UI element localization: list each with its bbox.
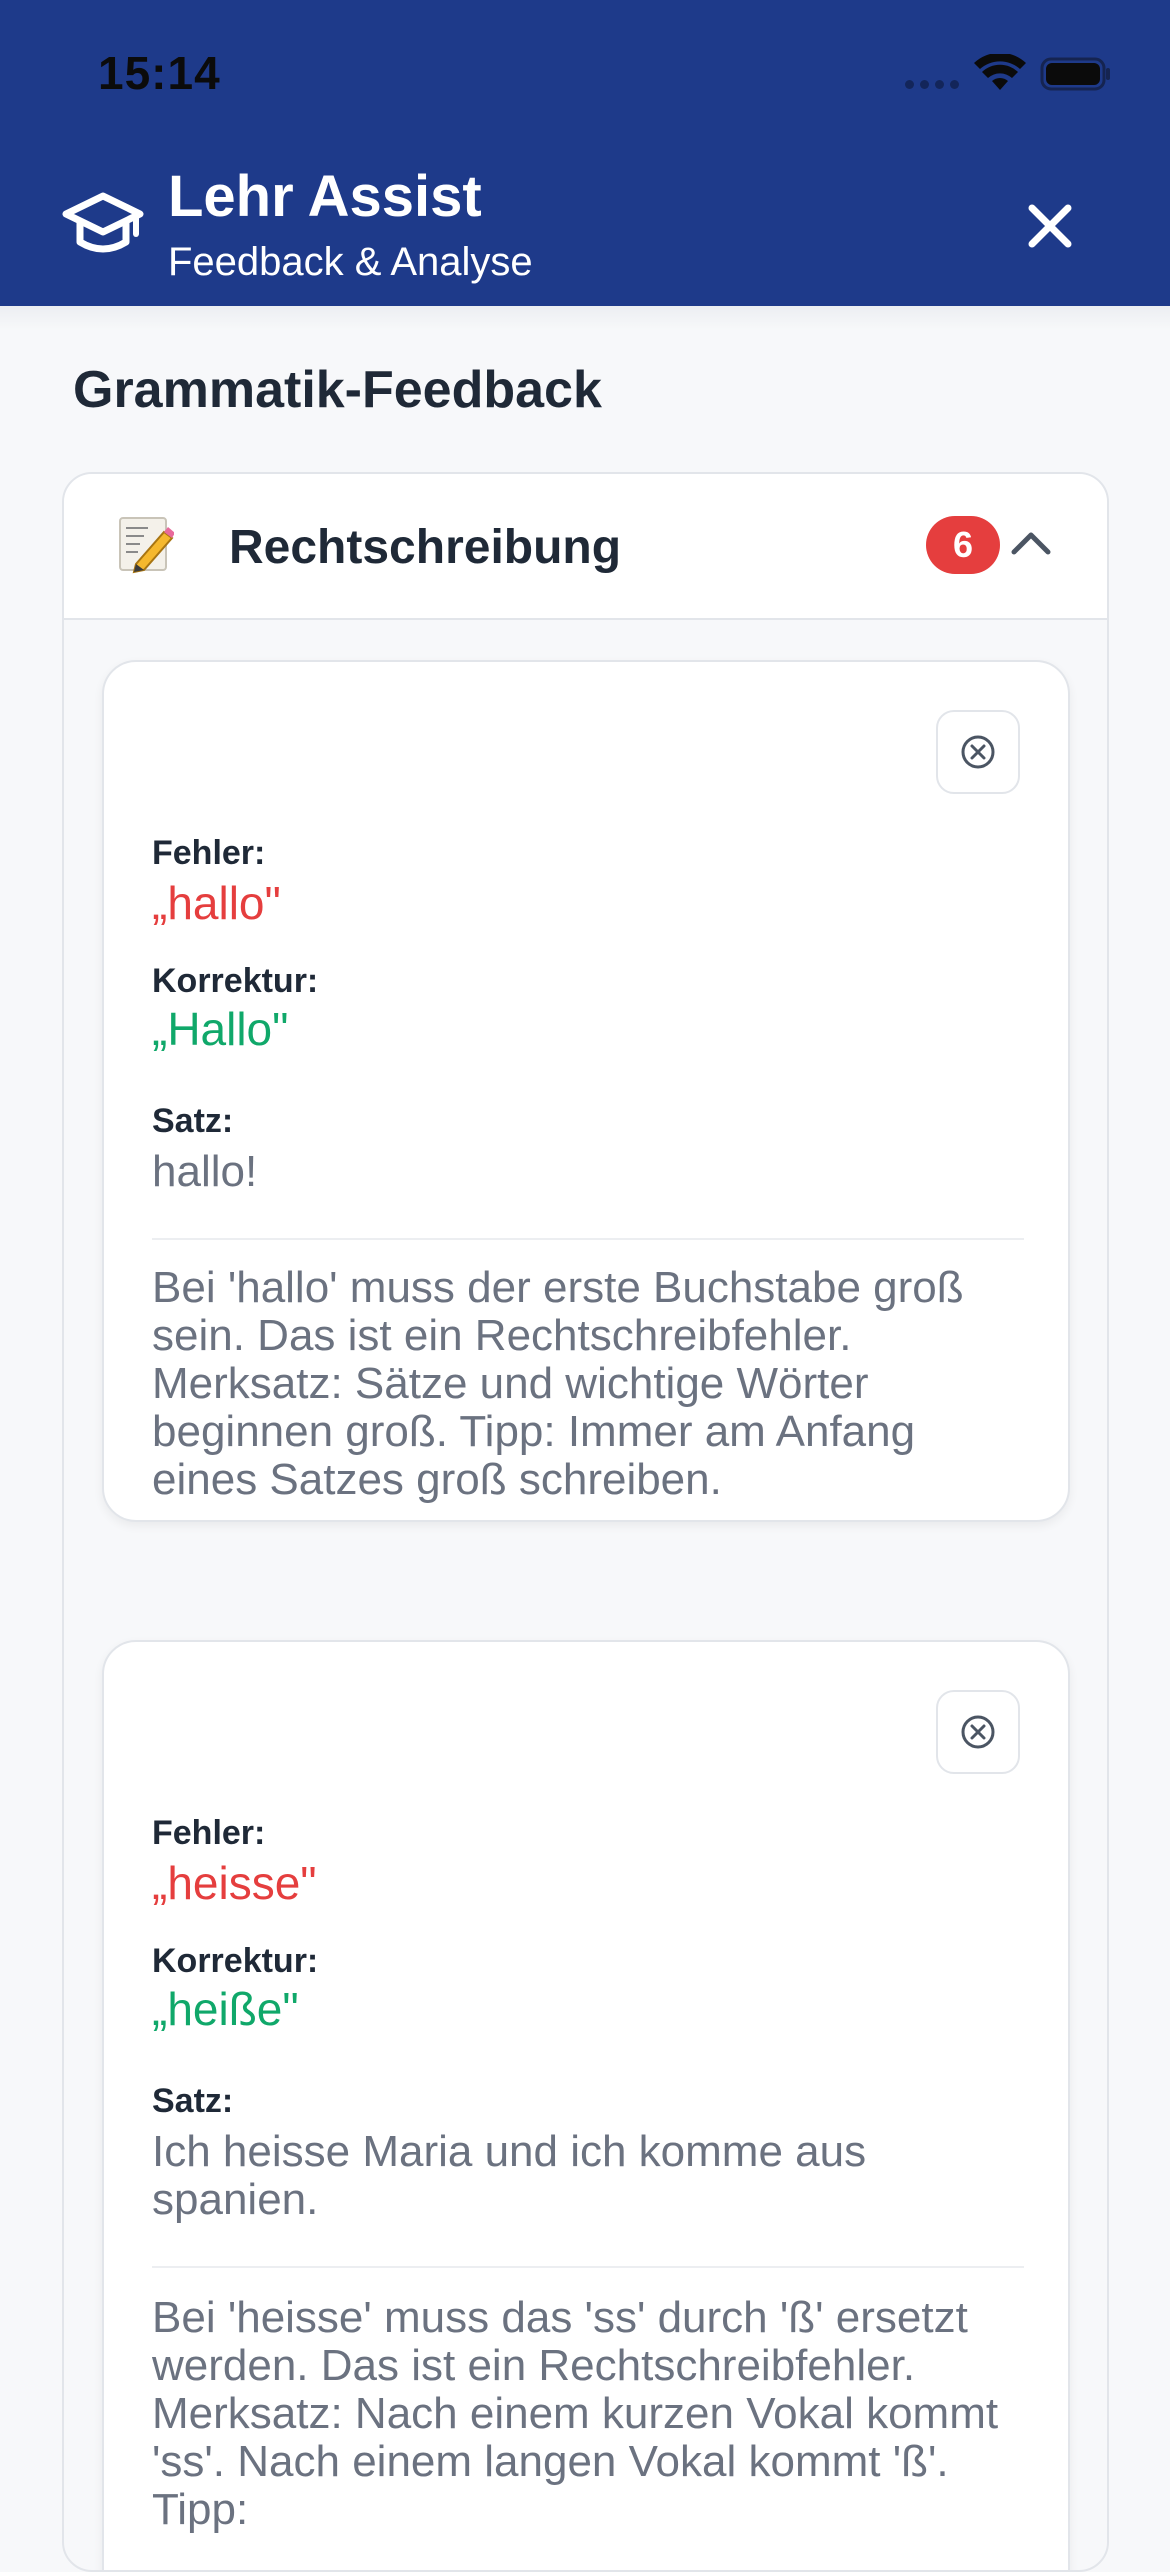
count-badge: 6 bbox=[926, 516, 1000, 574]
status-time: 15:14 bbox=[98, 47, 221, 99]
header-shadow bbox=[0, 306, 1170, 330]
correction-label: Korrektur: bbox=[152, 962, 319, 1000]
app-title: Lehr Assist bbox=[168, 164, 482, 229]
memo-pencil-icon bbox=[119, 517, 174, 574]
error-value: „hallo" bbox=[152, 877, 281, 929]
sentence-label: Satz: bbox=[152, 2082, 234, 2120]
error-label: Fehler: bbox=[152, 834, 266, 872]
section-title: Grammatik-Feedback bbox=[73, 361, 602, 419]
feedback-card: Fehler: „heisse" Korrektur: „heiße" Satz… bbox=[102, 1640, 1070, 2570]
error-value: „heisse" bbox=[152, 1857, 317, 1909]
close-circle-icon bbox=[961, 1715, 995, 1749]
dismiss-button[interactable] bbox=[936, 1690, 1020, 1774]
divider bbox=[152, 2266, 1024, 2268]
divider bbox=[152, 1238, 1024, 1240]
sentence-label: Satz: bbox=[152, 1102, 234, 1140]
app-header: 15:14 Lehr Assist Feedback & Analyse bbox=[0, 0, 1170, 306]
category-header[interactable]: Rechtschreibung 6 bbox=[64, 474, 1107, 620]
wifi-icon bbox=[974, 54, 1026, 90]
explanation-text: Bei 'hallo' muss der erste Buchstabe gro… bbox=[152, 1263, 964, 1504]
close-circle-icon bbox=[961, 735, 995, 769]
sentence-value: hallo! bbox=[152, 1147, 258, 1196]
graduation-cap-icon bbox=[62, 192, 144, 253]
close-icon[interactable] bbox=[1022, 198, 1078, 254]
dismiss-button[interactable] bbox=[936, 710, 1020, 794]
category-panel: Rechtschreibung 6 Fehler: „hallo" Korrek… bbox=[62, 472, 1109, 2572]
correction-label: Korrektur: bbox=[152, 1942, 319, 1980]
correction-value: „heiße" bbox=[152, 1983, 299, 2035]
chevron-up-icon[interactable] bbox=[1006, 518, 1056, 568]
explanation-text: Bei 'heisse' muss das 'ss' durch 'ß' ers… bbox=[152, 2293, 999, 2534]
error-label: Fehler: bbox=[152, 1814, 266, 1852]
correction-value: „Hallo" bbox=[152, 1003, 289, 1055]
feedback-card: Fehler: „hallo" Korrektur: „Hallo" Satz:… bbox=[102, 660, 1070, 1522]
category-title: Rechtschreibung bbox=[229, 521, 622, 574]
cellular-signal-icon bbox=[905, 80, 959, 89]
battery-icon bbox=[1040, 57, 1110, 91]
sentence-value: Ich heisse Maria und ich komme aus spani… bbox=[152, 2127, 867, 2224]
app-subtitle: Feedback & Analyse bbox=[168, 240, 533, 284]
